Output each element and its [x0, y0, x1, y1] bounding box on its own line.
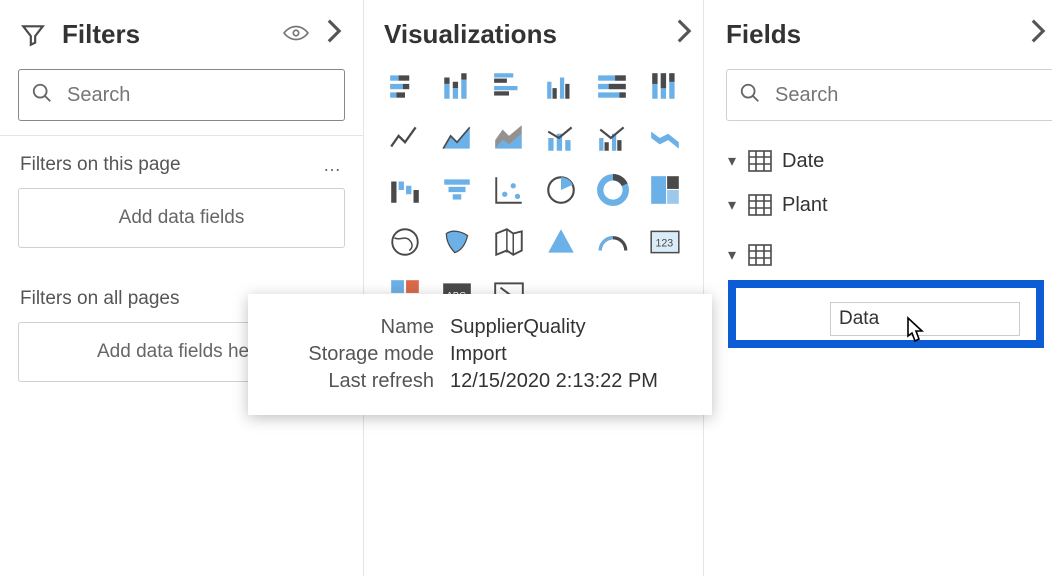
search-icon — [31, 82, 53, 109]
ribbon-chart-icon[interactable] — [644, 117, 686, 159]
chevron-down-icon: ▾ — [722, 245, 742, 265]
table-icon — [748, 150, 772, 172]
dropzone-label: Add data fields here — [97, 341, 266, 363]
stacked-area-chart-icon[interactable] — [488, 117, 530, 159]
waterfall-chart-icon[interactable] — [384, 169, 426, 211]
highlight-annotation — [728, 280, 1044, 348]
stacked-column-chart-icon[interactable] — [436, 65, 478, 107]
tooltip-name-label: Name — [270, 316, 450, 339]
fields-title: Fields — [726, 19, 801, 50]
search-icon — [739, 82, 761, 109]
chevron-right-icon[interactable] — [325, 18, 343, 51]
filters-pane: Filters Filters on this page … — [0, 0, 364, 576]
table-icon — [748, 244, 772, 266]
tooltip-storage-label: Storage mode — [270, 343, 450, 366]
line-chart-icon[interactable] — [384, 117, 426, 159]
chevron-down-icon: ▾ — [722, 151, 742, 171]
dropzone-label: Add data fields — [119, 207, 245, 229]
clustered-bar-chart-icon[interactable] — [488, 65, 530, 107]
donut-chart-icon[interactable] — [592, 169, 634, 211]
treemap-chart-icon[interactable] — [644, 169, 686, 211]
filter-icon — [20, 22, 46, 48]
clustered-column-chart-icon[interactable] — [540, 65, 582, 107]
azure-map-icon[interactable] — [540, 221, 582, 263]
field-table-row[interactable]: ▾ Plant — [704, 183, 1052, 227]
svg-text:123: 123 — [655, 237, 673, 249]
visualizations-pane: Visualizations — [364, 0, 704, 576]
shape-map-icon[interactable] — [488, 221, 530, 263]
scatter-chart-icon[interactable] — [488, 169, 530, 211]
filters-search-input[interactable] — [67, 84, 332, 107]
eye-icon[interactable] — [283, 19, 309, 50]
line-clustered-column-icon[interactable] — [592, 117, 634, 159]
field-table-row-editing[interactable]: ▾ — [704, 233, 1052, 277]
card-icon[interactable]: 123 — [644, 221, 686, 263]
chevron-right-icon[interactable] — [675, 18, 693, 51]
chevron-right-icon[interactable] — [1030, 18, 1046, 51]
viz-title: Visualizations — [384, 19, 557, 50]
section-all-text: Filters on all pages — [20, 288, 179, 310]
viz-gallery: 123 — [364, 65, 703, 263]
fields-search-input[interactable] — [775, 84, 1040, 107]
filters-header: Filters — [0, 0, 363, 65]
field-label: Plant — [782, 194, 828, 217]
pie-chart-icon[interactable] — [540, 169, 582, 211]
viz-header: Visualizations — [364, 0, 703, 65]
tooltip-refresh-label: Last refresh — [270, 370, 450, 393]
pointer-cursor-icon — [898, 316, 928, 355]
field-label: Date — [782, 150, 824, 173]
stacked-bar-chart-icon[interactable] — [384, 65, 426, 107]
filters-on-page-label: Filters on this page … — [0, 136, 363, 188]
filled-map-icon[interactable] — [436, 221, 478, 263]
tooltip-name-value: SupplierQuality — [450, 316, 586, 339]
area-chart-icon[interactable] — [436, 117, 478, 159]
chevron-down-icon: ▾ — [722, 195, 742, 215]
map-icon[interactable] — [384, 221, 426, 263]
filters-search[interactable] — [18, 69, 345, 121]
fields-search[interactable] — [726, 69, 1052, 121]
filters-title: Filters — [62, 19, 140, 50]
tooltip-refresh-value: 12/15/2020 2:13:22 PM — [450, 370, 658, 393]
fields-header: Fields — [704, 0, 1052, 65]
table-tooltip: Name SupplierQuality Storage mode Import… — [248, 294, 712, 415]
line-stacked-column-icon[interactable] — [540, 117, 582, 159]
field-table-row[interactable]: ▾ Date — [704, 139, 1052, 183]
tooltip-storage-value: Import — [450, 343, 507, 366]
gauge-icon[interactable] — [592, 221, 634, 263]
funnel-chart-icon[interactable] — [436, 169, 478, 211]
table-icon — [748, 194, 772, 216]
more-icon[interactable]: … — [323, 155, 343, 176]
filters-page-dropzone[interactable]: Add data fields — [18, 188, 345, 248]
hundred-stacked-bar-icon[interactable] — [592, 65, 634, 107]
hundred-stacked-column-icon[interactable] — [644, 65, 686, 107]
section-page-text: Filters on this page — [20, 154, 181, 176]
